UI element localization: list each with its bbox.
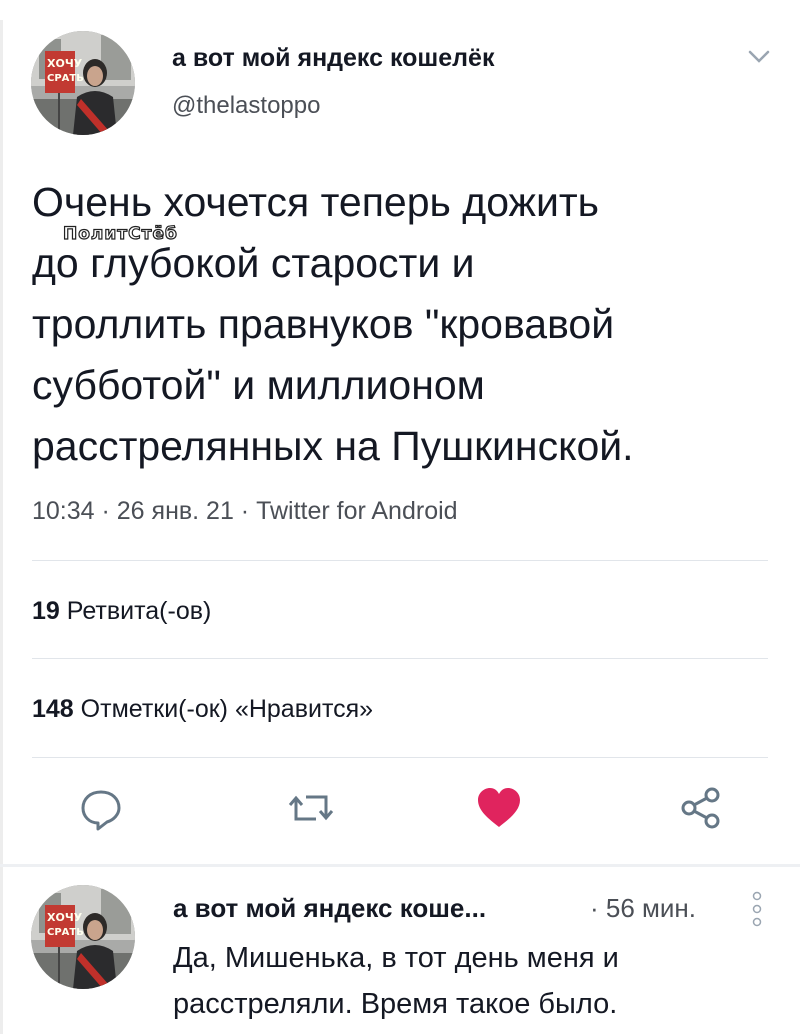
heart-icon[interactable] — [474, 783, 524, 833]
section-divider — [0, 864, 800, 867]
reply-author-name[interactable]: а вот мой яндекс коше... — [173, 893, 486, 924]
svg-text:ХОЧУ: ХОЧУ — [47, 911, 83, 924]
reply-text: Да, Мишенька, в тот день меня и расстрел… — [173, 935, 619, 1027]
retweets-count: 19 — [32, 597, 60, 625]
tweet-timestamp: 10:34 · 26 янв. 21 · Twitter for Android — [32, 497, 458, 525]
author-name[interactable]: а вот мой яндекс кошелёк — [172, 44, 494, 73]
retweets-label: Ретвита(-ов) — [66, 597, 212, 625]
likes-stat[interactable]: 148 Отметки(-ок) «Нравится» — [32, 695, 373, 724]
svg-text:СРАТЬ: СРАТЬ — [47, 73, 84, 84]
retweets-stat[interactable]: 19 Ретвита(-ов) — [32, 597, 211, 626]
divider — [32, 560, 768, 561]
reply-icon[interactable] — [76, 783, 126, 833]
left-edge-border — [0, 20, 3, 1034]
svg-text:ХОЧУ: ХОЧУ — [47, 57, 83, 70]
retweet-icon[interactable] — [286, 783, 336, 833]
divider — [32, 757, 768, 758]
likes-label: Отметки(-ок) «Нравится» — [80, 695, 374, 723]
share-icon[interactable] — [676, 783, 726, 833]
reply-author-avatar[interactable]: ХОЧУ СРАТЬ — [31, 885, 135, 989]
likes-count: 148 — [32, 695, 74, 723]
chevron-down-icon[interactable] — [746, 46, 772, 66]
more-vertical-icon[interactable] — [750, 890, 764, 930]
reply-text-line: Да, Мишенька, в тот день меня и — [173, 942, 619, 974]
watermark: ПолитСтёб — [62, 223, 178, 244]
svg-text:СРАТЬ: СРАТЬ — [47, 927, 84, 938]
reply-text-line: расстреляли. Время такое было. — [173, 988, 618, 1020]
author-avatar[interactable]: ХОЧУ СРАТЬ — [31, 31, 135, 135]
tweet-text-line: расстрелянных на Пушкинской. — [32, 423, 634, 469]
author-handle[interactable]: @thelastoppo — [172, 92, 320, 120]
divider — [32, 658, 768, 659]
tweet-text-line: троллить правнуков "кровавой — [32, 301, 615, 347]
reply-time: · 56 мин. — [590, 893, 697, 923]
tweet-text: Очень хочется теперь дожить до глубокой … — [32, 172, 792, 477]
tweet-text-line: субботой" и миллионом — [32, 362, 485, 408]
